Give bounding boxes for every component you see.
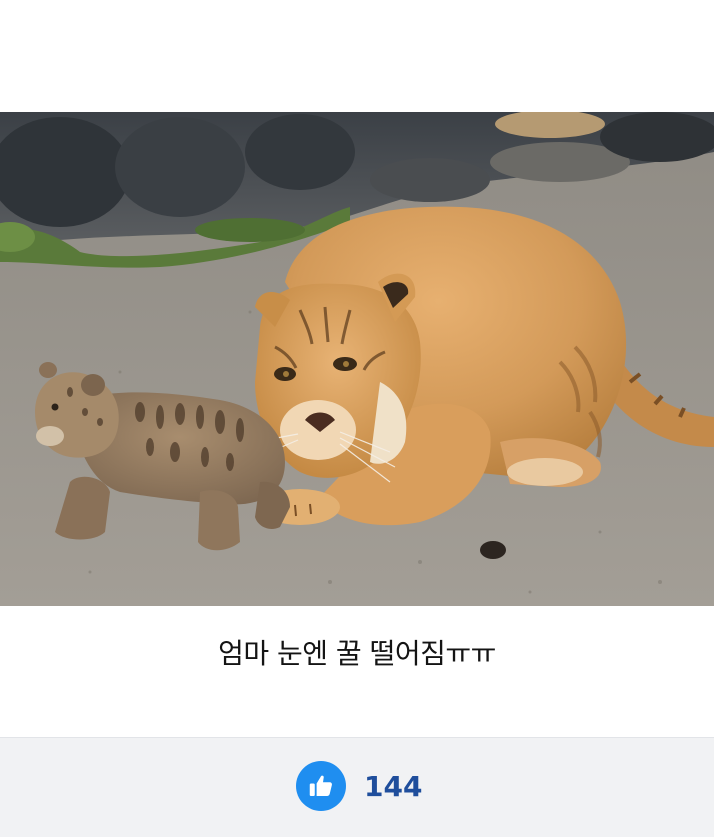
post-caption: 엄마 눈엔 꿀 떨어짐ㅠㅠ xyxy=(218,637,496,670)
like-button[interactable]: 144 xyxy=(296,761,422,811)
liger-photo-illustration xyxy=(0,112,714,606)
thumbs-up-icon[interactable] xyxy=(296,761,346,811)
post-photo xyxy=(0,112,714,606)
like-count: 144 xyxy=(364,769,423,803)
post-content: 엄마 눈엔 꿀 떨어짐ㅠㅠ xyxy=(0,0,714,738)
reaction-bar: 144 xyxy=(0,737,714,837)
